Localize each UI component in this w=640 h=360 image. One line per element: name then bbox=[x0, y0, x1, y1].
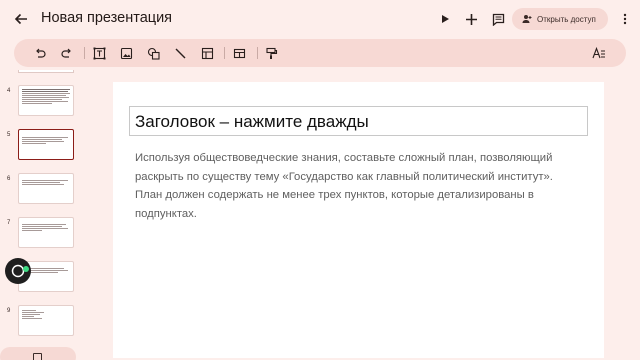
comment-icon bbox=[492, 13, 504, 26]
insert-table-button[interactable] bbox=[197, 43, 217, 63]
device-icon bbox=[33, 353, 42, 360]
slide-number: 4 bbox=[7, 88, 11, 94]
title-placeholder[interactable]: Заголовок – нажмите дважды bbox=[129, 106, 588, 136]
text-format-button[interactable] bbox=[589, 43, 609, 63]
layout-icon bbox=[233, 48, 245, 58]
person-add-icon bbox=[522, 15, 532, 23]
recording-indicator bbox=[23, 266, 29, 272]
image-icon bbox=[120, 47, 132, 59]
add-icon bbox=[465, 13, 477, 25]
slide-canvas[interactable]: Заголовок – нажмите дважды Используя общ… bbox=[113, 82, 604, 358]
line-button[interactable] bbox=[170, 43, 190, 63]
add-button[interactable] bbox=[460, 8, 482, 30]
paint-format-button[interactable] bbox=[261, 43, 281, 63]
slide-filmstrip: 4 5 6 7 8 9 bbox=[0, 70, 88, 360]
line-icon bbox=[175, 48, 185, 58]
play-button[interactable] bbox=[434, 8, 456, 30]
insert-image-button[interactable] bbox=[116, 43, 136, 63]
toolbar-divider bbox=[257, 47, 258, 59]
text-format-icon bbox=[592, 47, 605, 59]
text-box-button[interactable] bbox=[89, 43, 109, 63]
slide-thumbnail-6[interactable] bbox=[18, 173, 74, 204]
slide-thumbnail-5[interactable] bbox=[18, 129, 74, 160]
share-label: Открыть доступ bbox=[537, 14, 596, 24]
slide-thumbnail-partial[interactable] bbox=[18, 70, 74, 73]
table-icon bbox=[201, 47, 213, 59]
slide-body-text[interactable]: Используя обществоведческие знания, сост… bbox=[135, 149, 575, 223]
paint-format-icon bbox=[265, 47, 277, 59]
undo-icon bbox=[36, 48, 46, 58]
slide-number: 6 bbox=[7, 176, 11, 182]
shapes-button[interactable] bbox=[143, 43, 163, 63]
undo-button[interactable] bbox=[30, 43, 50, 63]
arrow-back-icon bbox=[14, 13, 27, 25]
slide-number: 7 bbox=[7, 220, 11, 226]
shapes-icon bbox=[147, 47, 160, 60]
text-box-icon bbox=[93, 47, 105, 59]
redo-button[interactable] bbox=[57, 43, 77, 63]
comments-button[interactable] bbox=[487, 8, 509, 30]
slide-thumbnail-4[interactable] bbox=[18, 85, 74, 116]
editing-toolbar bbox=[14, 39, 626, 67]
share-button[interactable]: Открыть доступ bbox=[512, 8, 608, 30]
toolbar-divider bbox=[84, 47, 85, 59]
more-options-button[interactable] bbox=[618, 8, 632, 30]
slide-title: Заголовок – нажмите дважды bbox=[135, 112, 369, 131]
toolbar-divider bbox=[224, 47, 225, 59]
presentation-title[interactable]: Новая презентация bbox=[41, 10, 172, 26]
layout-button[interactable] bbox=[229, 43, 249, 63]
more-vert-icon bbox=[623, 13, 627, 25]
back-button[interactable] bbox=[10, 8, 32, 30]
slide-thumbnail-9[interactable] bbox=[18, 305, 74, 336]
redo-icon bbox=[61, 48, 71, 58]
top-app-bar: Новая презентация Открыть доступ bbox=[0, 0, 640, 38]
slide-number: 9 bbox=[7, 308, 11, 314]
slide-number: 5 bbox=[7, 132, 11, 138]
slide-thumbnail-7[interactable] bbox=[18, 217, 74, 248]
play-icon bbox=[442, 15, 449, 23]
